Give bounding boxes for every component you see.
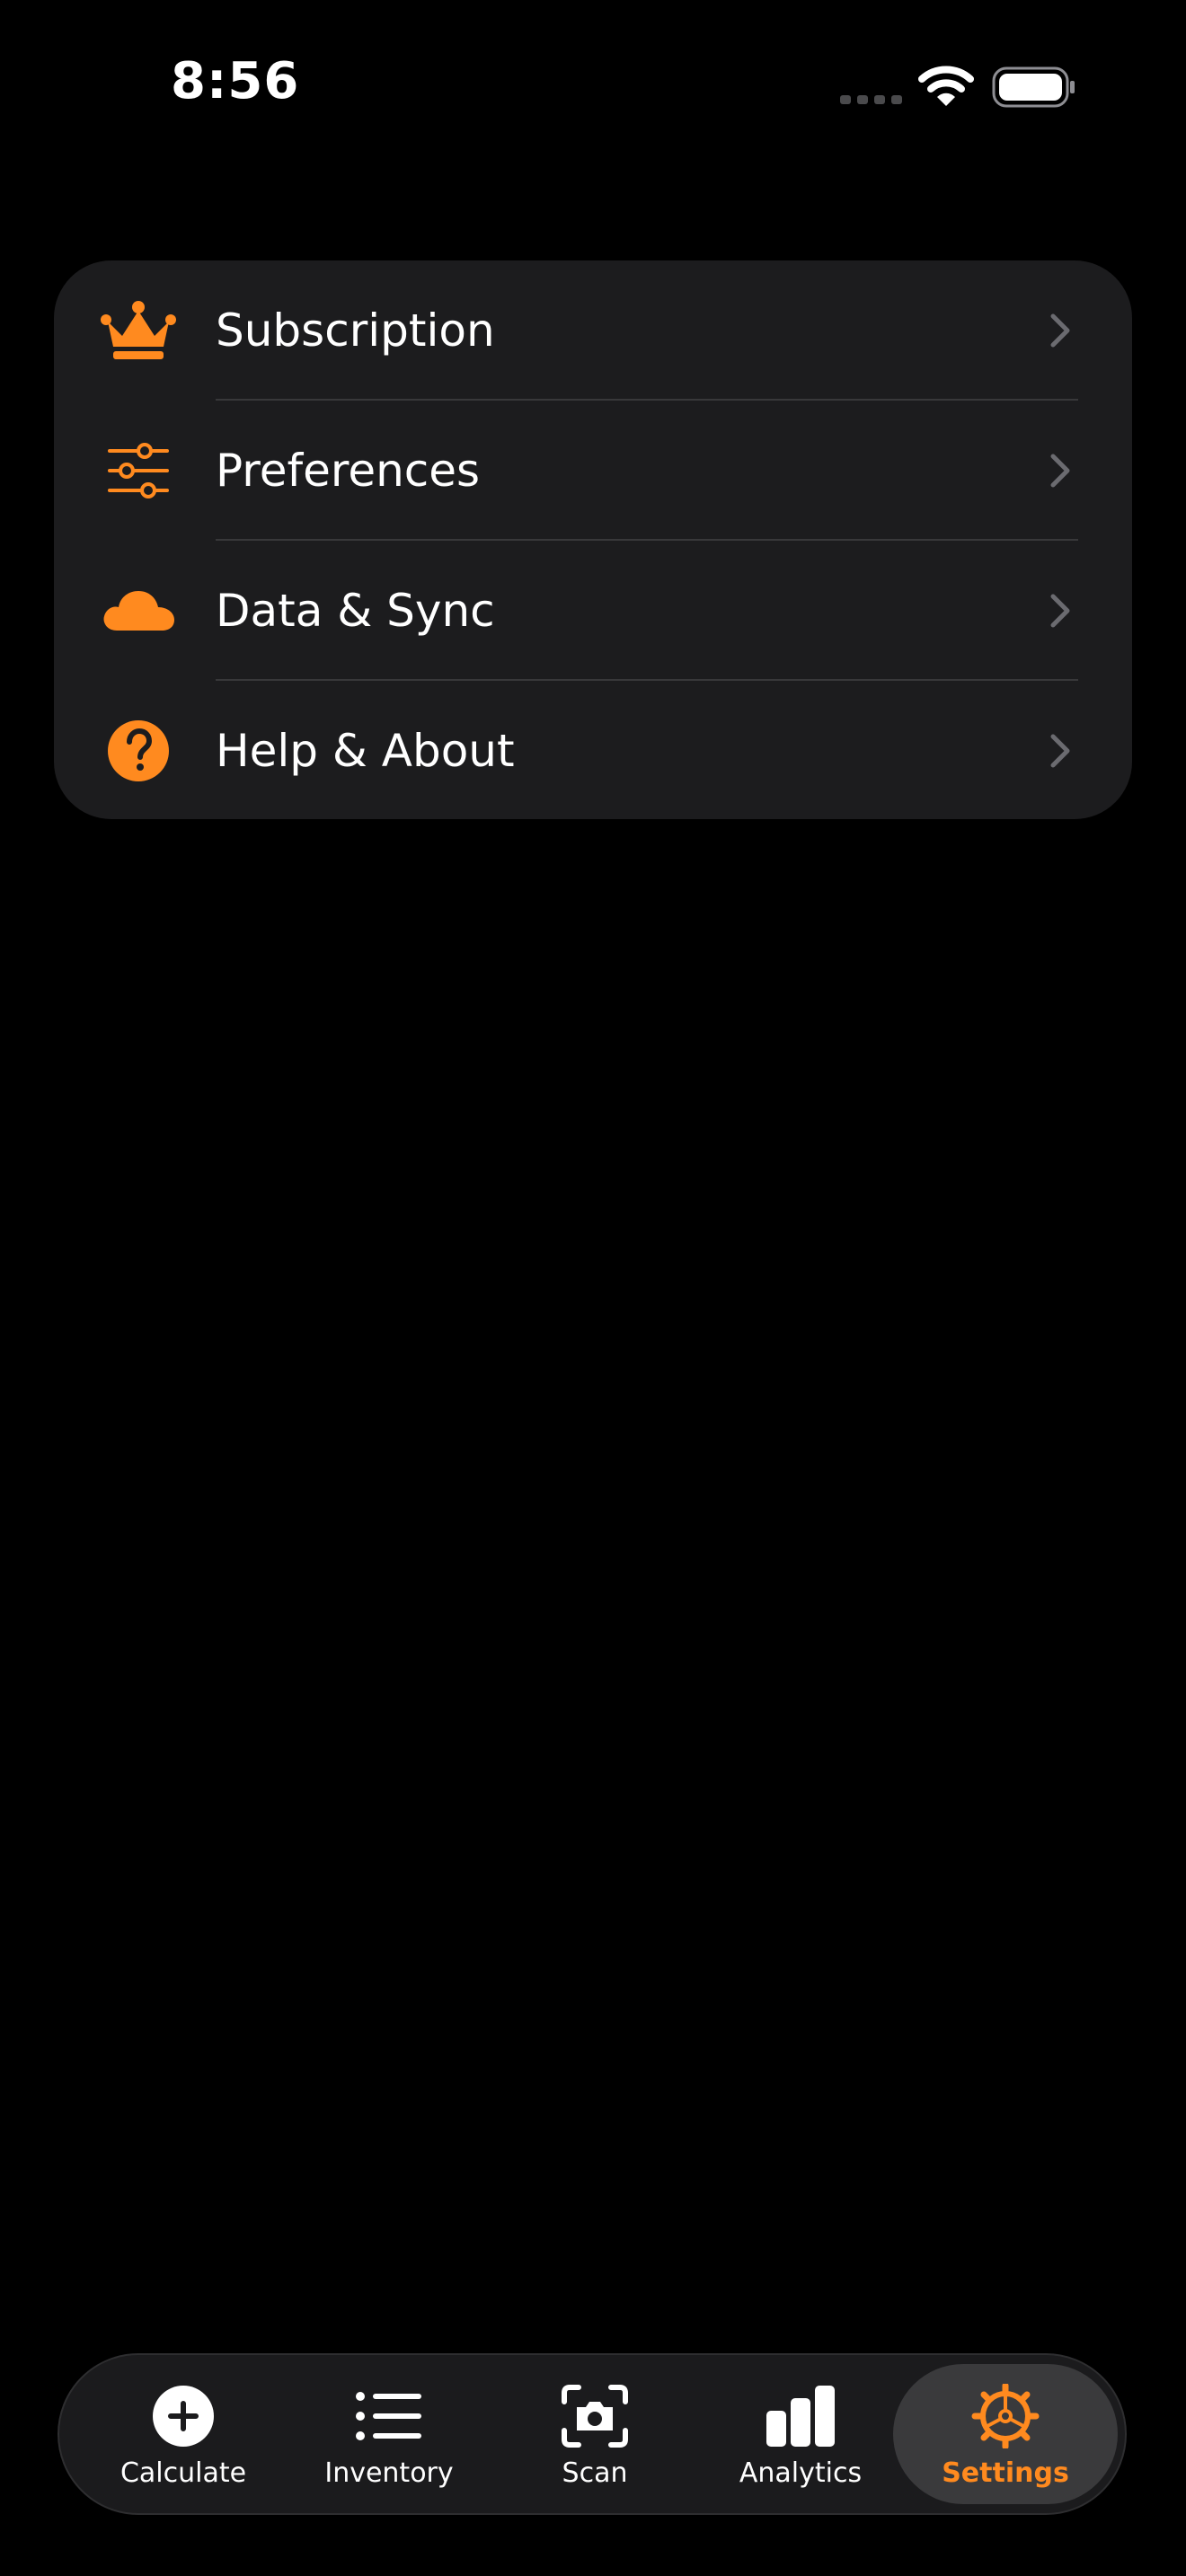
status-bar: 8:56 xyxy=(0,0,1186,180)
chevron-right-icon xyxy=(1050,313,1070,348)
tab-scan[interactable]: Scan xyxy=(492,2364,697,2504)
menu-item-data-sync[interactable]: Data & Sync xyxy=(54,541,1132,681)
chevron-right-icon xyxy=(1050,594,1070,628)
tab-calculate[interactable]: Calculate xyxy=(81,2364,286,2504)
menu-item-label: Data & Sync xyxy=(216,585,495,637)
crown-icon xyxy=(101,301,176,359)
tab-label: Analytics xyxy=(739,2457,863,2489)
question-circle-icon xyxy=(108,720,169,781)
tab-label: Calculate xyxy=(119,2457,247,2489)
menu-item-preferences[interactable]: Preferences xyxy=(54,401,1132,541)
chevron-right-icon xyxy=(1050,734,1070,768)
wifi-icon xyxy=(918,66,974,106)
status-time: 8:56 xyxy=(171,52,300,110)
menu-item-help-about[interactable]: Help & About xyxy=(54,681,1132,819)
plus-circle-icon xyxy=(153,2386,214,2447)
battery-icon xyxy=(992,66,1075,108)
tab-label: Settings xyxy=(942,2457,1069,2489)
cloud-icon xyxy=(103,591,174,631)
gear-icon xyxy=(971,2384,1040,2448)
tab-bar: Calculate Inventory Scan Analytics Setti… xyxy=(58,2353,1127,2515)
tab-inventory[interactable]: Inventory xyxy=(287,2364,491,2504)
bar-chart-icon xyxy=(766,2386,835,2447)
cellular-signal-icon xyxy=(840,95,902,104)
camera-scan-icon xyxy=(562,2385,628,2448)
tab-analytics[interactable]: Analytics xyxy=(698,2364,903,2504)
chevron-right-icon xyxy=(1050,454,1070,488)
settings-menu-card: Subscription Preferences Data & Sync Hel… xyxy=(54,260,1132,819)
sliders-icon xyxy=(108,443,169,498)
tab-label: Scan xyxy=(562,2457,628,2489)
menu-item-label: Help & About xyxy=(216,725,515,777)
tab-label: Inventory xyxy=(324,2457,454,2489)
menu-item-label: Subscription xyxy=(216,304,495,357)
menu-item-subscription[interactable]: Subscription xyxy=(54,260,1132,401)
list-icon xyxy=(356,2392,421,2440)
menu-item-label: Preferences xyxy=(216,445,481,497)
tab-settings[interactable]: Settings xyxy=(893,2364,1118,2504)
